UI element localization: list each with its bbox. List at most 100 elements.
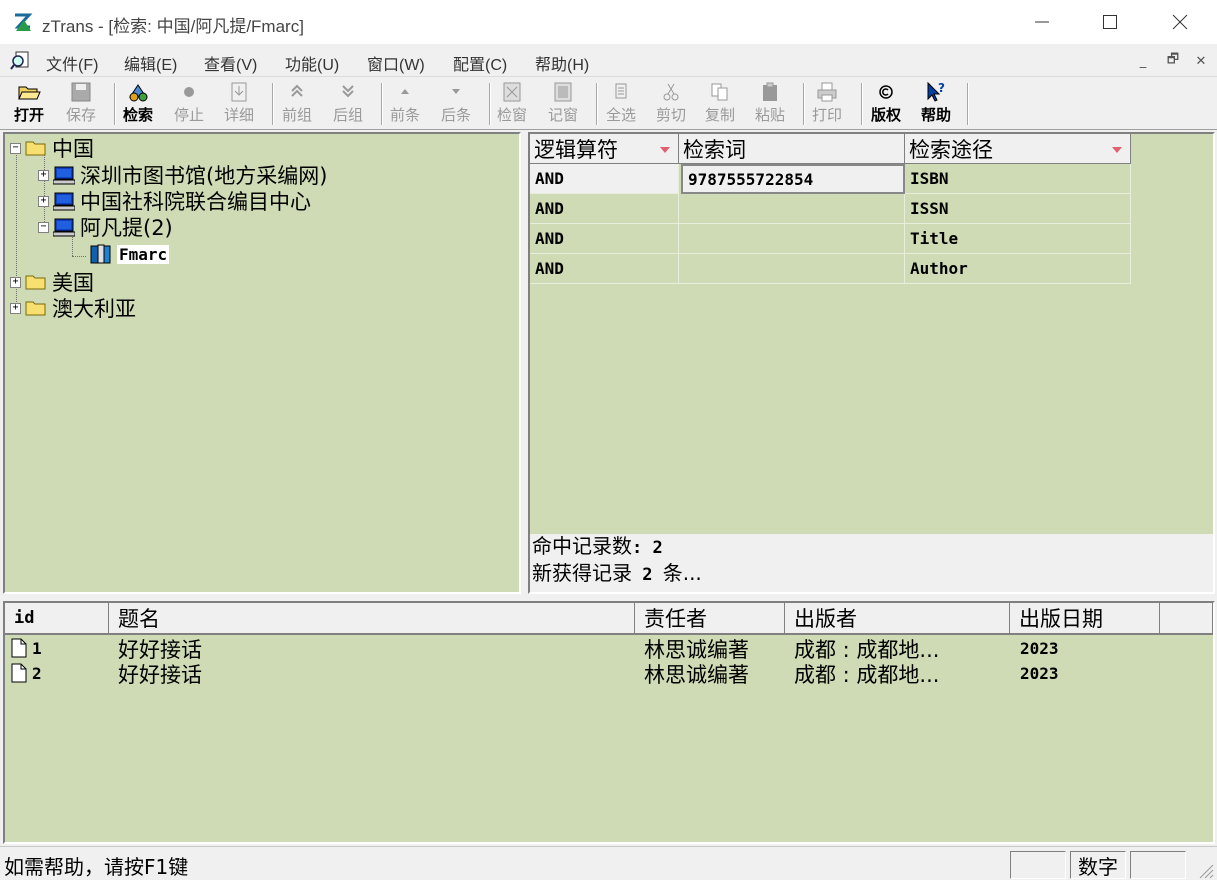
resize-grip-icon[interactable] <box>1196 861 1214 879</box>
menu-help[interactable]: 帮助(H) <box>535 51 589 75</box>
detail-download-icon <box>231 82 247 102</box>
check-window-icon <box>503 82 521 102</box>
query-op-cell[interactable]: AND <box>530 254 679 284</box>
prev-item-button[interactable]: 前条 <box>390 81 420 127</box>
save-button[interactable]: 保存 <box>66 81 96 127</box>
print-button[interactable]: 打印 <box>812 81 842 127</box>
query-op-cell[interactable]: AND <box>530 224 679 254</box>
document-search-icon[interactable] <box>10 50 32 70</box>
query-term-input[interactable]: 9787555722854 <box>681 164 905 194</box>
detail-button[interactable]: 详细 <box>224 81 254 127</box>
search-button[interactable]: 检索 <box>123 81 153 127</box>
menu-config[interactable]: 配置(C) <box>453 51 507 75</box>
query-field-cell[interactable]: Author <box>905 254 1131 284</box>
title-bar: zTrans - [检索: 中国/阿凡提/Fmarc] <box>0 0 1217 44</box>
header-search-term[interactable]: 检索词 <box>679 134 905 164</box>
child-close-button[interactable]: ✕ <box>1188 50 1214 72</box>
record-window-button[interactable]: 记窗 <box>548 81 578 127</box>
header-publisher[interactable]: 出版者 <box>785 603 1010 635</box>
floppy-disk-icon <box>71 82 91 102</box>
copy-button[interactable]: 复制 <box>705 81 735 127</box>
help-button[interactable]: ? 帮助 <box>921 81 951 127</box>
expand-toggle[interactable]: + <box>38 195 49 207</box>
menu-file[interactable]: 文件(F) <box>46 51 98 75</box>
copyright-button[interactable]: 版权 <box>871 81 901 127</box>
maximize-button[interactable] <box>1075 0 1145 44</box>
child-minimize-button[interactable]: _ <box>1130 50 1156 72</box>
new-records-line: 新获得记录 2 条... <box>532 561 702 585</box>
server-tree-panel[interactable]: − 中国 + 深圳市图书馆(地方采编网) + 中国社科院联合编目中心 − 阿凡提… <box>3 132 521 594</box>
query-op-cell[interactable]: AND <box>530 164 679 194</box>
minimize-icon <box>1035 21 1049 23</box>
tree-node-cass-center[interactable]: + 中国社科院联合编目中心 <box>38 188 311 214</box>
select-all-icon <box>615 83 627 99</box>
ztrans-logo-icon <box>14 13 33 31</box>
menu-window[interactable]: 窗口(W) <box>367 51 425 75</box>
header-title[interactable]: 题名 <box>109 603 635 635</box>
search-status-area: 命中记录数: 2 新获得记录 2 条... <box>530 534 1213 592</box>
query-field-cell[interactable]: Title <box>905 224 1131 254</box>
header-author[interactable]: 责任者 <box>635 603 785 635</box>
toolbar: 打开 保存 检索 停止 详细 前组 后组 前条 后条 检窗 记窗 全选 剪切 复… <box>0 76 1217 130</box>
double-up-arrow-icon <box>291 84 303 97</box>
open-button[interactable]: 打开 <box>14 81 44 127</box>
tree-node-shenzhen-library[interactable]: + 深圳市图书馆(地方采编网) <box>38 162 327 188</box>
header-id[interactable]: id <box>5 603 109 635</box>
select-all-button[interactable]: 全选 <box>606 81 636 127</box>
folder-icon <box>25 301 46 316</box>
folder-icon <box>25 275 46 290</box>
help-pointer-icon: ? <box>927 81 945 102</box>
query-field-cell[interactable]: ISBN <box>905 164 1131 194</box>
tree-node-china[interactable]: − 中国 <box>10 135 94 161</box>
menu-function[interactable]: 功能(U) <box>285 51 339 75</box>
status-bar: 如需帮助，请按F1键 数字 <box>0 846 1217 880</box>
query-term-cell[interactable] <box>679 254 905 284</box>
expand-toggle[interactable]: + <box>38 169 49 181</box>
tree-node-usa[interactable]: + 美国 <box>10 269 94 295</box>
database-book-icon <box>90 244 111 264</box>
copy-icon <box>711 83 728 101</box>
close-button[interactable] <box>1145 0 1215 44</box>
status-pane-num: 数字 <box>1070 851 1126 879</box>
table-row[interactable]: 2 好好接话 林思诚编著 成都 : 成都地... 2023 <box>5 661 1213 687</box>
query-term-cell[interactable] <box>679 224 905 254</box>
collapse-toggle[interactable]: − <box>38 221 49 233</box>
computer-icon <box>53 218 75 237</box>
status-pane-empty <box>1010 851 1066 879</box>
child-restore-button[interactable]: 🗗 <box>1160 50 1186 72</box>
menu-view[interactable]: 查看(V) <box>204 51 257 75</box>
scissors-icon <box>663 83 679 101</box>
header-pub-date[interactable]: 出版日期 <box>1010 603 1160 635</box>
tree-node-afanti[interactable]: − 阿凡提(2) <box>38 214 173 240</box>
tree-node-fmarc[interactable]: Fmarc <box>88 241 170 267</box>
menu-edit[interactable]: 编辑(E) <box>124 51 177 75</box>
computer-icon <box>53 192 75 211</box>
dropdown-arrow-icon[interactable] <box>660 147 670 153</box>
prev-group-button[interactable]: 前组 <box>282 81 312 127</box>
query-field-cell[interactable]: ISSN <box>905 194 1131 224</box>
expand-toggle[interactable]: + <box>10 302 21 314</box>
dropdown-arrow-icon[interactable] <box>1112 147 1122 153</box>
minimize-button[interactable] <box>1007 0 1077 44</box>
query-term-cell[interactable] <box>679 194 905 224</box>
cut-button[interactable]: 剪切 <box>656 81 686 127</box>
collapse-toggle[interactable]: − <box>10 142 21 154</box>
computer-icon <box>53 166 75 185</box>
table-row[interactable]: 1 好好接话 林思诚编著 成都 : 成都地... 2023 <box>5 636 1213 662</box>
results-list-panel: id 题名 责任者 出版者 出版日期 1 好好接话 林思诚编著 成都 : 成都地… <box>3 601 1215 844</box>
double-down-arrow-icon <box>342 85 354 98</box>
tree-node-australia[interactable]: + 澳大利亚 <box>10 295 136 321</box>
header-search-field[interactable]: 检索途径 <box>905 134 1131 164</box>
query-op-cell[interactable]: AND <box>530 194 679 224</box>
check-window-button[interactable]: 检窗 <box>497 81 527 127</box>
expand-toggle[interactable]: + <box>10 276 21 288</box>
paste-button[interactable]: 粘贴 <box>755 81 785 127</box>
next-group-button[interactable]: 后组 <box>333 81 363 127</box>
next-item-button[interactable]: 后条 <box>441 81 471 127</box>
status-message: 如需帮助，请按F1键 <box>4 855 189 879</box>
search-binoculars-icon <box>129 84 148 102</box>
hit-count-line: 命中记录数: 2 <box>532 534 663 558</box>
stop-button[interactable]: 停止 <box>174 81 204 127</box>
folder-icon <box>25 141 46 156</box>
header-logic-operator[interactable]: 逻辑算符 <box>530 134 679 164</box>
